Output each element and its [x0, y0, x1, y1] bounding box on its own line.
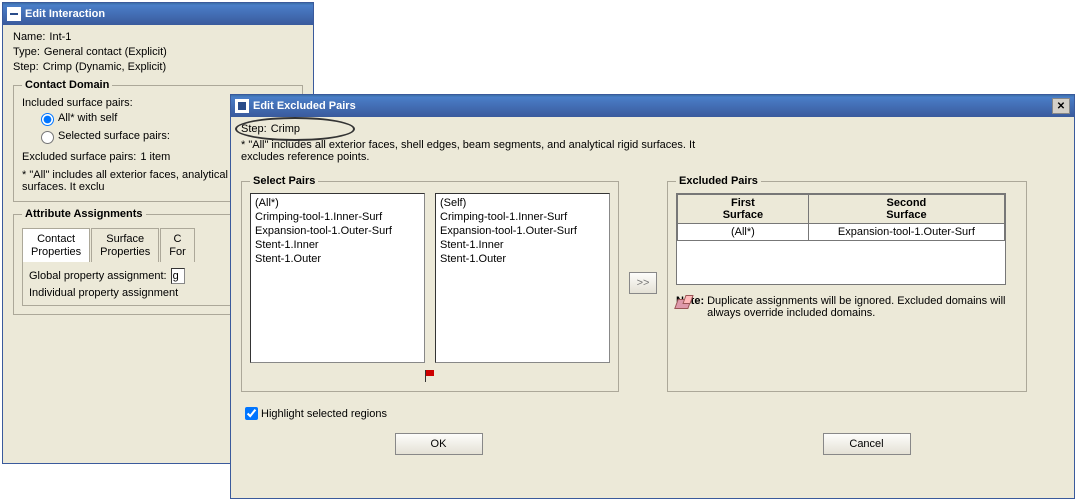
list-item[interactable]: Stent-1.Outer: [253, 252, 422, 266]
excluded-pairs-legend: Excluded Pairs: [676, 175, 761, 187]
second-surface-header: SecondSurface: [808, 195, 1004, 224]
step-value: Crimp (Dynamic, Explicit): [43, 61, 166, 73]
step-label: Step:: [13, 61, 39, 73]
name-label: Name:: [13, 31, 45, 43]
cell-second: Expansion-tool-1.Outer-Surf: [808, 224, 1004, 241]
type-label: Type:: [13, 46, 40, 58]
global-property-input[interactable]: [171, 268, 185, 284]
ok-button[interactable]: OK: [395, 433, 483, 455]
first-surface-header: FirstSurface: [678, 195, 809, 224]
list-item[interactable]: (Self): [438, 196, 607, 210]
app-icon: [235, 99, 249, 113]
first-surface-listbox[interactable]: (All*) Crimping-tool-1.Inner-Surf Expans…: [250, 193, 425, 363]
list-item[interactable]: Stent-1.Outer: [438, 252, 607, 266]
app-icon: [7, 7, 21, 21]
list-item[interactable]: Expansion-tool-1.Outer-Surf: [438, 224, 607, 238]
highlight-label: Highlight selected regions: [261, 408, 387, 420]
flag-icon[interactable]: [423, 369, 437, 383]
radio-all-label: All* with self: [58, 112, 117, 124]
titlebar[interactable]: Edit Excluded Pairs ✕: [231, 95, 1074, 117]
list-item[interactable]: Crimping-tool-1.Inner-Surf: [438, 210, 607, 224]
excluded-pairs-group: Excluded Pairs FirstSurface SecondSurfac…: [667, 175, 1027, 392]
list-item[interactable]: Stent-1.Inner: [438, 238, 607, 252]
list-item[interactable]: Stent-1.Inner: [253, 238, 422, 252]
step-value: Crimp: [271, 123, 300, 135]
list-item[interactable]: Crimping-tool-1.Inner-Surf: [253, 210, 422, 224]
second-surface-listbox[interactable]: (Self) Crimping-tool-1.Inner-Surf Expans…: [435, 193, 610, 363]
window-title: Edit Interaction: [25, 8, 105, 20]
global-property-label: Global property assignment:: [29, 270, 167, 282]
excluded-pairs-table[interactable]: FirstSurface SecondSurface (All*) Expans…: [677, 194, 1005, 241]
close-button[interactable]: ✕: [1052, 98, 1070, 114]
list-item[interactable]: Expansion-tool-1.Outer-Surf: [253, 224, 422, 238]
radio-all-with-self[interactable]: [41, 113, 54, 126]
select-pairs-legend: Select Pairs: [250, 175, 318, 187]
tab-contact-formulation[interactable]: CFor: [160, 228, 195, 262]
name-value: Int-1: [49, 31, 71, 43]
cancel-button[interactable]: Cancel: [823, 433, 911, 455]
tab-surface-properties[interactable]: SurfaceProperties: [91, 228, 159, 262]
contact-domain-legend: Contact Domain: [22, 79, 112, 91]
table-row[interactable]: (All*) Expansion-tool-1.Outer-Surf: [678, 224, 1005, 241]
step-label: Step:: [241, 123, 267, 135]
note-text: Duplicate assignments will be ignored. E…: [707, 295, 1006, 319]
list-item[interactable]: (All*): [253, 196, 422, 210]
tab-contact-properties[interactable]: ContactProperties: [22, 228, 90, 262]
radio-selected-label: Selected surface pairs:: [58, 130, 170, 142]
radio-selected-pairs[interactable]: [41, 131, 54, 144]
titlebar[interactable]: Edit Interaction: [3, 3, 313, 25]
select-pairs-group: Select Pairs (All*) Crimping-tool-1.Inne…: [241, 175, 619, 392]
type-value: General contact (Explicit): [44, 46, 167, 58]
add-pair-button[interactable]: >>: [629, 272, 657, 294]
attribute-assignments-legend: Attribute Assignments: [22, 208, 146, 220]
highlight-checkbox[interactable]: [245, 407, 258, 420]
excluded-pairs-value: 1 item: [140, 151, 170, 163]
cell-first: (All*): [678, 224, 809, 241]
excluded-pairs-label: Excluded surface pairs:: [22, 151, 136, 163]
edit-excluded-pairs-window: Edit Excluded Pairs ✕ Step: Crimp * "All…: [230, 94, 1075, 499]
window-title: Edit Excluded Pairs: [253, 100, 356, 112]
help-note: * "All" includes all exterior faces, she…: [241, 139, 741, 163]
